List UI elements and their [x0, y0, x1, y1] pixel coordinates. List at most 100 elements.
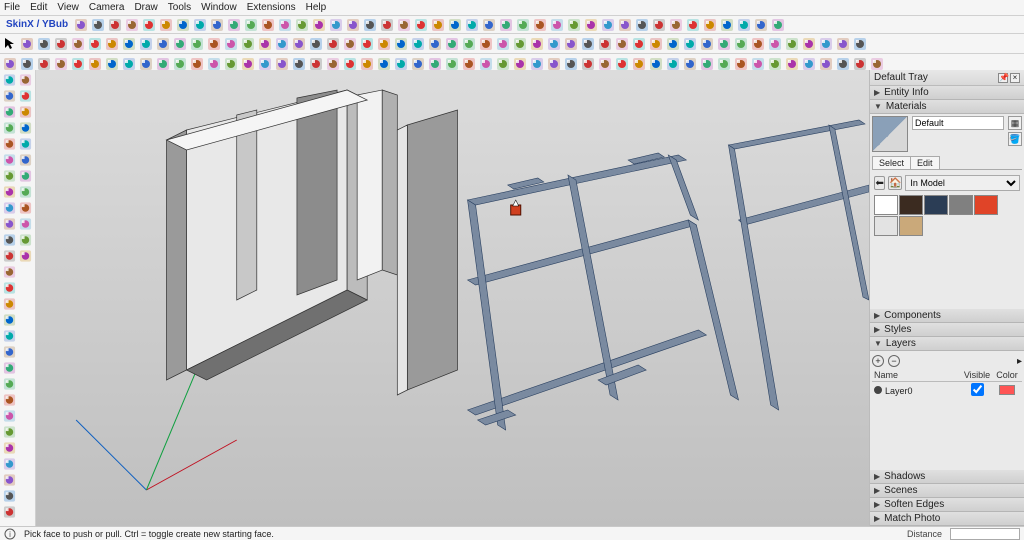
tb1-tool-35-icon[interactable] [614, 36, 630, 52]
tb1-tool-17-icon[interactable] [308, 36, 324, 52]
tb0-tool-0-icon[interactable] [73, 17, 89, 33]
tb0-tool-3-icon[interactable] [124, 17, 140, 33]
tb1-tool-8-icon[interactable] [155, 36, 171, 52]
tb0-tool-18-icon[interactable] [379, 17, 395, 33]
left-tool-25-icon[interactable] [2, 472, 17, 487]
tb1-tool-46-icon[interactable] [801, 36, 817, 52]
section-soften[interactable]: ▶Soften Edges [870, 498, 1024, 512]
tb0-tool-30-icon[interactable] [583, 17, 599, 33]
layer-remove-icon[interactable]: − [888, 355, 900, 367]
tb0-tool-33-icon[interactable] [634, 17, 650, 33]
tb1-tool-1-icon[interactable] [36, 36, 52, 52]
section-entity-info[interactable]: ▶Entity Info [870, 86, 1024, 100]
section-scenes[interactable]: ▶Scenes [870, 484, 1024, 498]
left-tool-2-icon[interactable] [2, 104, 17, 119]
tb1-tool-39-icon[interactable] [682, 36, 698, 52]
left-tool-4-icon[interactable] [2, 136, 17, 151]
tb0-tool-12-icon[interactable] [277, 17, 293, 33]
tb0-tool-27-icon[interactable] [532, 17, 548, 33]
material-swatch-3[interactable] [949, 195, 973, 215]
left-tool-8-icon[interactable] [2, 200, 17, 215]
tb1-tool-32-icon[interactable] [563, 36, 579, 52]
left-tool-39-icon[interactable] [18, 248, 33, 263]
tb0-tool-22-icon[interactable] [447, 17, 463, 33]
materials-back-icon[interactable]: ⬅ [874, 176, 885, 190]
tb0-tool-34-icon[interactable] [651, 17, 667, 33]
material-preview-thumb[interactable] [872, 116, 908, 152]
tb0-tool-25-icon[interactable] [498, 17, 514, 33]
left-tool-16-icon[interactable] [2, 328, 17, 343]
layer-add-icon[interactable]: + [872, 355, 884, 367]
tb1-tool-36-icon[interactable] [631, 36, 647, 52]
tb0-tool-32-icon[interactable] [617, 17, 633, 33]
menu-extensions[interactable]: Extensions [247, 2, 296, 13]
tb1-tool-31-icon[interactable] [546, 36, 562, 52]
left-tool-13-icon[interactable] [2, 280, 17, 295]
tb1-tool-29-icon[interactable] [512, 36, 528, 52]
material-swatch-6[interactable] [899, 216, 923, 236]
menu-tools[interactable]: Tools [168, 2, 191, 13]
tb0-tool-13-icon[interactable] [294, 17, 310, 33]
create-material-icon[interactable]: ▦ [1008, 116, 1022, 130]
distance-input[interactable] [950, 528, 1020, 540]
tb1-tool-47-icon[interactable] [818, 36, 834, 52]
left-tool-32-icon[interactable] [18, 136, 33, 151]
tb0-tool-41-icon[interactable] [770, 17, 786, 33]
left-tool-3-icon[interactable] [2, 120, 17, 135]
tb0-tool-4-icon[interactable] [141, 17, 157, 33]
tb0-tool-39-icon[interactable] [736, 17, 752, 33]
tb0-tool-9-icon[interactable] [226, 17, 242, 33]
tb1-tool-40-icon[interactable] [699, 36, 715, 52]
tb1-tool-10-icon[interactable] [189, 36, 205, 52]
left-tool-14-icon[interactable] [2, 296, 17, 311]
section-layers[interactable]: ▼Layers [870, 337, 1024, 351]
tb1-tool-34-icon[interactable] [597, 36, 613, 52]
material-name-input[interactable] [912, 116, 1004, 130]
tb1-tool-37-icon[interactable] [648, 36, 664, 52]
menu-view[interactable]: View [57, 2, 79, 13]
tb0-tool-31-icon[interactable] [600, 17, 616, 33]
tb1-tool-6-icon[interactable] [121, 36, 137, 52]
tb1-tool-49-icon[interactable] [852, 36, 868, 52]
tb0-tool-7-icon[interactable] [192, 17, 208, 33]
left-tool-35-icon[interactable] [18, 184, 33, 199]
left-tool-15-icon[interactable] [2, 312, 17, 327]
left-tool-22-icon[interactable] [2, 424, 17, 439]
tb0-tool-36-icon[interactable] [685, 17, 701, 33]
left-tool-37-icon[interactable] [18, 216, 33, 231]
material-swatch-4[interactable] [974, 195, 998, 215]
tb0-tool-26-icon[interactable] [515, 17, 531, 33]
tb1-tool-4-icon[interactable] [87, 36, 103, 52]
left-tool-34-icon[interactable] [18, 168, 33, 183]
tb0-tool-11-icon[interactable] [260, 17, 276, 33]
tb0-tool-40-icon[interactable] [753, 17, 769, 33]
tb1-tool-12-icon[interactable] [223, 36, 239, 52]
left-tool-10-icon[interactable] [2, 232, 17, 247]
tb0-tool-24-icon[interactable] [481, 17, 497, 33]
material-swatch-2[interactable] [924, 195, 948, 215]
tb0-tool-21-icon[interactable] [430, 17, 446, 33]
left-tool-38-icon[interactable] [18, 232, 33, 247]
section-styles[interactable]: ▶Styles [870, 323, 1024, 337]
tb1-tool-13-icon[interactable] [240, 36, 256, 52]
tb1-tool-44-icon[interactable] [767, 36, 783, 52]
menu-window[interactable]: Window [201, 2, 237, 13]
left-tool-21-icon[interactable] [2, 408, 17, 423]
left-tool-33-icon[interactable] [18, 152, 33, 167]
tb1-tool-20-icon[interactable] [359, 36, 375, 52]
tb0-tool-29-icon[interactable] [566, 17, 582, 33]
tb1-tool-28-icon[interactable] [495, 36, 511, 52]
tb1-tool-23-icon[interactable] [410, 36, 426, 52]
material-swatch-5[interactable] [874, 216, 898, 236]
left-tool-17-icon[interactable] [2, 344, 17, 359]
tb0-tool-35-icon[interactable] [668, 17, 684, 33]
tb1-tool-41-icon[interactable] [716, 36, 732, 52]
tray-close-icon[interactable]: × [1010, 73, 1020, 83]
tb1-tool-33-icon[interactable] [580, 36, 596, 52]
tb1-tool-15-icon[interactable] [274, 36, 290, 52]
tb1-tool-27-icon[interactable] [478, 36, 494, 52]
left-tool-28-icon[interactable] [18, 72, 33, 87]
tb1-tool-16-icon[interactable] [291, 36, 307, 52]
tb1-tool-45-icon[interactable] [784, 36, 800, 52]
left-tool-27-icon[interactable] [2, 504, 17, 519]
